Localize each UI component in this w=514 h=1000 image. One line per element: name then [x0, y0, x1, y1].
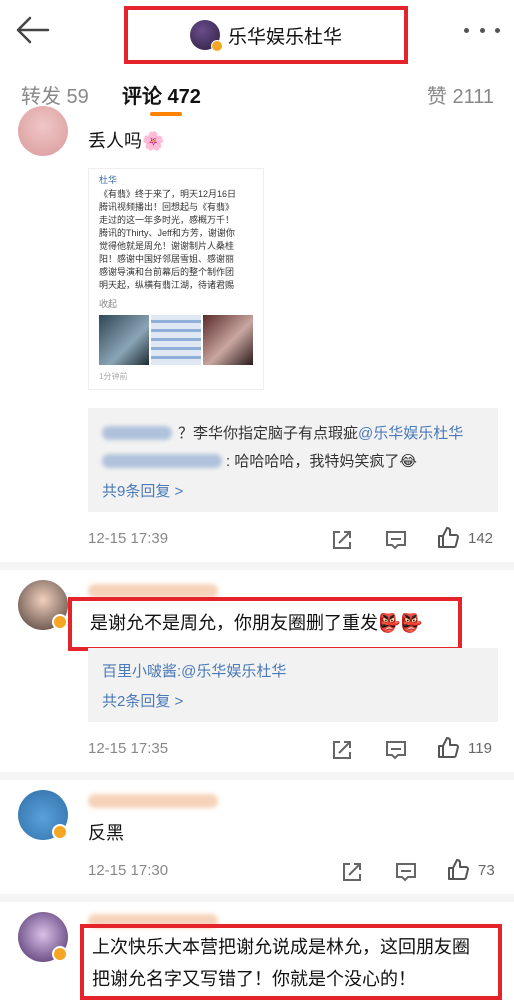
top-bar: 乐华娱乐杜华 — [0, 0, 514, 64]
blurred-username — [102, 426, 172, 440]
reply-line: ？李华你指定脑子有点瑕疵@乐华娱乐杜华 — [178, 425, 464, 442]
blurred-username — [88, 794, 218, 808]
reply-line: : 哈哈哈哈，我特妈笑疯了😂 — [226, 453, 417, 470]
verified-badge-icon — [52, 614, 68, 630]
repost-icon[interactable] — [340, 860, 364, 884]
avatar[interactable] — [18, 106, 68, 156]
blurred-username — [102, 454, 222, 468]
divider — [0, 772, 514, 780]
reply-line: 百里小啵酱:@乐华娱乐杜华 — [102, 663, 287, 680]
post-line: 感谢导演和台前幕后的整个制作团 — [99, 267, 235, 277]
divider — [0, 894, 514, 902]
like-icon[interactable] — [436, 736, 460, 760]
post-line: 腾讯视频播出！回想起与《有翡》 — [99, 202, 235, 212]
like-count: 119 — [468, 740, 492, 757]
page-title-group[interactable]: 乐华娱乐杜华 — [128, 10, 404, 60]
post-line: 《有翡》终于来了，明天12月16日 — [99, 189, 237, 199]
like-icon[interactable] — [446, 858, 470, 882]
post-time: 1分钟前 — [99, 372, 128, 381]
post-line: 明天起，纵横有翡江湖，待诸君赐 — [99, 280, 235, 290]
post-screenshot-image[interactable]: 杜华 《有翡》终于来了，明天12月16日 腾讯视频播出！回想起与《有翡》 走过的… — [88, 168, 264, 390]
reply-box[interactable]: 百里小啵酱:@乐华娱乐杜华 共2条回复 > — [88, 648, 498, 722]
comment-text: 上次快乐大本营把谢允说成是林允，这回朋友圈 — [92, 937, 470, 957]
verified-badge-icon — [210, 40, 223, 52]
avatar — [189, 20, 223, 52]
comment-text: 反黑 — [88, 823, 124, 843]
comment-text: 把谢允名字又写错了！你就是个没心的！ — [92, 969, 416, 989]
more-replies-link[interactable]: 共2条回复 > — [102, 690, 183, 711]
post-thumbnail — [99, 315, 149, 365]
post-thumbnail — [151, 315, 201, 365]
tab-comments[interactable]: 评论 472 — [122, 80, 201, 109]
more-dots-icon[interactable] — [464, 20, 500, 40]
comment-icon[interactable] — [384, 528, 408, 552]
post-line: 腾讯的Thirty、Jeff和方芳，谢谢你 — [99, 228, 235, 238]
repost-icon[interactable] — [330, 738, 354, 762]
like-count: 73 — [478, 862, 495, 879]
post-line: 觉得他就是周允！谢谢制片人桑桂 — [99, 241, 235, 251]
verified-badge-icon — [52, 824, 68, 840]
tab-bar: 转发 59 评论 472 赞 2111 — [0, 72, 514, 118]
like-icon[interactable] — [436, 526, 460, 550]
reply-box[interactable]: ？李华你指定脑子有点瑕疵@乐华娱乐杜华 : 哈哈哈哈，我特妈笑疯了😂 共9条回复… — [88, 408, 498, 512]
page-title: 乐华娱乐杜华 — [227, 26, 342, 48]
collapse-link: 收起 — [99, 299, 118, 309]
repost-icon[interactable] — [330, 528, 354, 552]
divider — [0, 562, 514, 570]
verified-badge-icon — [52, 946, 68, 962]
active-tab-indicator — [150, 112, 182, 116]
comment-text: 丢人吗🌸 — [88, 131, 165, 151]
comment-time: 12-15 17:39 — [88, 530, 169, 547]
comment-icon[interactable] — [394, 860, 418, 884]
comment-text: 是谢允不是周允，你朋友圈删了重发👺👺 — [90, 613, 423, 633]
title-highlight-box: 乐华娱乐杜华 — [124, 6, 408, 64]
arrow-left-icon[interactable] — [12, 14, 52, 46]
blurred-username — [88, 584, 218, 598]
post-author: 杜华 — [99, 175, 118, 185]
post-line: 阳！感谢中国好邻居雪姐、感谢丽 — [99, 254, 235, 264]
comment-icon[interactable] — [384, 738, 408, 762]
post-line: 走过的这一年多时光，感概万千！ — [99, 215, 235, 225]
tab-likes[interactable]: 赞 2111 — [427, 80, 494, 109]
post-thumbnail — [203, 315, 253, 365]
comment-time: 12-15 17:30 — [88, 862, 169, 879]
like-count: 142 — [468, 530, 494, 547]
tab-repost[interactable]: 转发 59 — [21, 80, 89, 109]
comment-time: 12-15 17:35 — [88, 740, 169, 757]
more-replies-link[interactable]: 共9条回复 > — [102, 480, 183, 501]
